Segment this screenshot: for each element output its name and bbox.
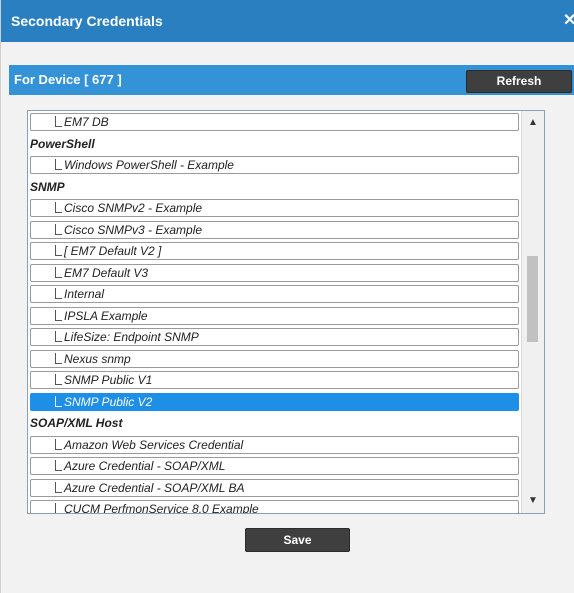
- tree-branch-icon: [55, 245, 62, 256]
- device-header-title: For Device [ 677 ]: [14, 72, 122, 87]
- list-item[interactable]: [ EM7 Default V2 ]: [30, 242, 519, 260]
- dialog-title: Secondary Credentials: [11, 13, 163, 29]
- list-item-label: Azure Credential - SOAP/XML: [64, 459, 226, 473]
- list-item-label: EM7 Default V3: [64, 265, 149, 280]
- list-item-selected[interactable]: SNMP Public V2: [30, 392, 519, 411]
- tree-branch-icon: [55, 266, 62, 278]
- list-item[interactable]: Nexus snmp: [30, 349, 519, 368]
- list-item-label: SNMP Public V2: [64, 394, 153, 409]
- vertical-scrollbar[interactable]: ▲ ▼: [521, 111, 544, 513]
- tree-branch-icon: [55, 309, 62, 321]
- tree-branch-icon: [55, 116, 62, 127]
- scroll-down-arrow-icon[interactable]: ▼: [522, 493, 544, 509]
- tree-branch-icon: [55, 374, 62, 385]
- list-group-header: SNMP: [30, 179, 65, 194]
- list-item[interactable]: CUCM PerfmonService 8.0 Example: [30, 500, 519, 514]
- list-item-label: Windows PowerShell - Example: [64, 158, 234, 172]
- list-item-label: CUCM PerfmonService 8.0 Example: [64, 502, 259, 514]
- tree-branch-icon: [55, 352, 62, 364]
- list-item[interactable]: Internal: [30, 285, 519, 303]
- list-item[interactable]: IPSLA Example: [30, 306, 519, 325]
- scroll-up-arrow-icon[interactable]: ▲: [522, 115, 544, 131]
- list-item-label: EM7 DB: [64, 115, 109, 129]
- list-item[interactable]: SNMP Public V1: [30, 371, 519, 389]
- tree-branch-icon: [55, 202, 62, 213]
- list-item-label: Cisco SNMPv2 - Example: [64, 201, 203, 215]
- list-item[interactable]: Cisco SNMPv2 - Example: [30, 199, 519, 217]
- tree-branch-icon: [55, 481, 62, 493]
- list-item[interactable]: Windows PowerShell - Example: [30, 156, 519, 174]
- tree-branch-icon: [55, 395, 62, 407]
- list-item-label: Internal: [64, 287, 105, 301]
- list-item-label: Amazon Web Services Credential: [64, 437, 244, 452]
- tree-branch-icon: [55, 460, 62, 471]
- list-item-label: Nexus snmp: [64, 351, 131, 366]
- save-button[interactable]: Save: [245, 528, 350, 552]
- tree-branch-icon: [55, 438, 62, 450]
- secondary-credentials-dialog: Secondary Credentials ✕ For Device [ 677…: [0, 0, 574, 593]
- credentials-listbox[interactable]: EM7 DB PowerShell Windows PowerShell - Exa…: [27, 110, 545, 514]
- list-item[interactable]: LifeSize: Endpoint SNMP: [30, 328, 519, 346]
- list-item-label: Azure Credential - SOAP/XML BA: [64, 480, 245, 495]
- list-item[interactable]: Amazon Web Services Credential: [30, 435, 519, 454]
- dialog-titlebar: Secondary Credentials ✕: [1, 0, 574, 42]
- device-header: For Device [ 677 ] Refresh: [9, 65, 574, 95]
- list-item[interactable]: EM7 DB: [30, 113, 519, 131]
- tree-branch-icon: [55, 331, 62, 342]
- list-item[interactable]: Azure Credential - SOAP/XML: [30, 457, 519, 475]
- tree-branch-icon: [55, 223, 62, 235]
- close-icon[interactable]: ✕: [563, 10, 574, 30]
- list-item[interactable]: Cisco SNMPv3 - Example: [30, 220, 519, 239]
- list-item-label: SNMP Public V1: [64, 373, 153, 387]
- tree-branch-icon: [55, 159, 62, 170]
- list-item[interactable]: Azure Credential - SOAP/XML BA: [30, 478, 519, 497]
- list-item-label: IPSLA Example: [64, 308, 148, 323]
- list-item-label: LifeSize: Endpoint SNMP: [64, 330, 199, 344]
- list-item-label: [ EM7 Default V2 ]: [64, 244, 162, 258]
- list-item[interactable]: EM7 Default V3: [30, 263, 519, 282]
- tree-branch-icon: [55, 503, 62, 513]
- tree-branch-icon: [55, 288, 62, 299]
- list-item-label: Cisco SNMPv3 - Example: [64, 222, 203, 237]
- list-group-header: PowerShell: [30, 136, 95, 151]
- refresh-button[interactable]: Refresh: [466, 70, 572, 93]
- scrollbar-thumb[interactable]: [527, 256, 538, 342]
- list-group-header: SOAP/XML Host: [30, 416, 123, 430]
